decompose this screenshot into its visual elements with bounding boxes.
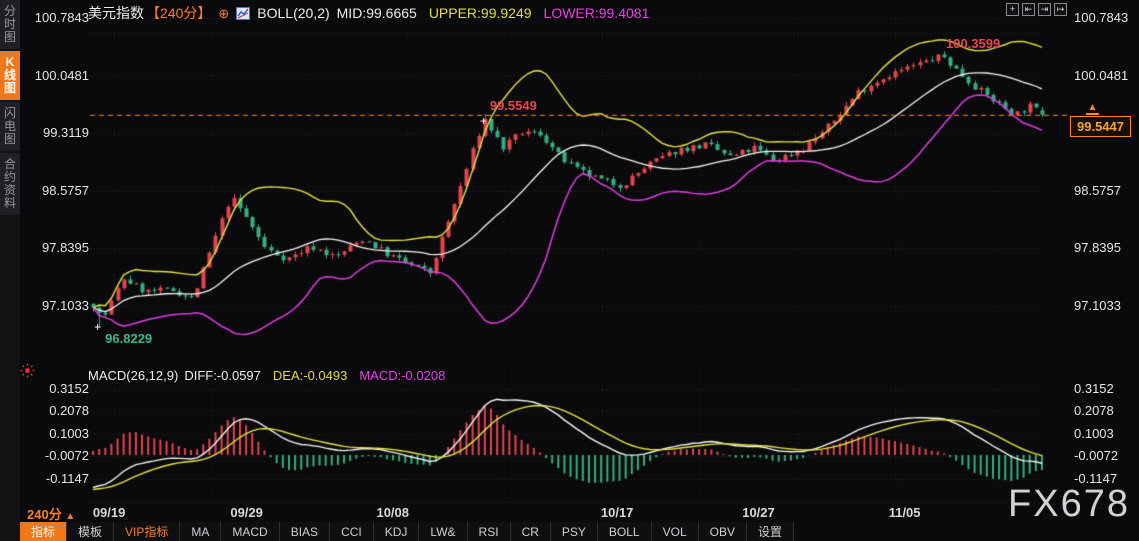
symbol-title: 美元指数 [88, 5, 144, 21]
peak-right-annotation: 100.3599 [945, 36, 1001, 52]
alert-icon[interactable] [20, 363, 35, 378]
toolbar-item-MA[interactable]: MA [180, 522, 222, 541]
sidebar-tab-分时图[interactable]: 分时图 [0, 0, 20, 49]
toolbar-item-CR[interactable]: CR [511, 522, 551, 541]
toolbar-item-BOLL[interactable]: BOLL [598, 522, 652, 541]
macd-axis-label: 0.2078 [49, 403, 89, 419]
toolbar-item-OBV[interactable]: OBV [699, 522, 747, 541]
reset-scale-icon[interactable]: ↦ [1054, 3, 1067, 16]
y-axis-label: 99.3119 [42, 125, 89, 140]
macd-diff-value: DIFF:-0.0597 [184, 368, 261, 383]
period-selector[interactable]: 240分 ▲ [27, 504, 75, 523]
price-marker-cross: + [94, 320, 102, 335]
y-axis-label: 97.8395 [1074, 240, 1121, 255]
toolbar-item-VOL[interactable]: VOL [652, 522, 699, 541]
chart-tool-icons: + ⇤ ⇥ ↦ [1006, 3, 1067, 16]
indicator-toolbar: 指标 模板 VIP指标 MA MACD BIAS CCI KDJ LW& RSI CR PSY BOLL… [20, 522, 794, 541]
x-axis-date-label: 10/17 [600, 505, 634, 520]
boll-label: BOLL(20,2) [257, 5, 330, 21]
low-annotation: 96.8229 [105, 331, 153, 347]
last-price-badge: 99.5447 [1070, 115, 1131, 137]
sidebar-tab-闪电图[interactable]: 闪电图 [0, 102, 20, 151]
macd-macd-value: MACD:-0.0208 [359, 368, 446, 383]
macd-axis-label: 0.1003 [1074, 425, 1114, 441]
chart-header: 美元指数 【240分】 ⊕ BOLL(20,2) MID:99.6665 UPP… [88, 3, 649, 23]
y-axis-label: 100.0481 [34, 67, 89, 83]
macd-axis-label: -0.0072 [44, 448, 89, 464]
toolbar-item-设置[interactable]: 设置 [747, 522, 794, 541]
toolbar-item-模板[interactable]: 模板 [67, 522, 115, 541]
toolbar-item-VIP指标[interactable]: VIP指标 [114, 522, 181, 541]
macd-axis-label: 0.1003 [49, 425, 89, 441]
toolbar-item-BIAS[interactable]: BIAS [280, 522, 331, 541]
toolbar-item-LW&[interactable]: LW& [419, 522, 468, 541]
x-axis-date-label: 10/08 [376, 505, 410, 520]
x-axis-date-label: 10/27 [742, 505, 775, 520]
toolbar-item-PSY[interactable]: PSY [551, 522, 598, 541]
y-axis-label: 98.5757 [1074, 182, 1121, 198]
macd-axis-label: -0.1147 [45, 471, 89, 486]
interval-label: 【240分】 [146, 5, 212, 21]
macd-axis-label: 0.2078 [1074, 403, 1114, 419]
price-chart-canvas[interactable] [0, 0, 1139, 541]
y-axis-label: 100.7843 [1074, 10, 1129, 25]
crosshair-icon[interactable]: + [1006, 3, 1019, 16]
sidebar-tab-合约资料[interactable]: 合约资料 [0, 153, 20, 215]
x-axis-date-label: 09/19 [92, 505, 126, 520]
toolbar-item-RSI[interactable]: RSI [468, 522, 511, 541]
trading-app: 分时图 K线图 闪电图 合约资料 美元指数 【240分】 ⊕ BOLL(20,2) M… [0, 0, 1139, 541]
dropdown-arrow-icon: ▲ [65, 511, 76, 522]
boll-lower-value: LOWER:99.4081 [543, 5, 650, 21]
price-up-arrow-icon: ▲ [1086, 101, 1099, 115]
sidebar: 分时图 K线图 闪电图 合约资料 [0, 0, 20, 541]
boll-mid-value: MID:99.6665 [336, 5, 417, 21]
macd-axis-label: 0.3152 [1074, 381, 1114, 396]
y-axis-label: 100.7843 [34, 10, 89, 25]
macd-dea-value: DEA:-0.0493 [272, 368, 348, 383]
sidebar-tab-K线图[interactable]: K线图 [0, 51, 20, 100]
price-marker-cross: + [479, 114, 487, 129]
period-label: 240分 [27, 507, 62, 522]
watermark: FX678 [1008, 483, 1130, 525]
y-axis-label: 97.8395 [42, 240, 89, 255]
pan-left-icon[interactable]: ⇤ [1022, 3, 1035, 16]
toolbar-item-KDJ[interactable]: KDJ [374, 522, 420, 541]
x-axis-date-label: 09/29 [230, 505, 263, 520]
macd-axis-label: 0.3152 [49, 381, 89, 396]
toolbar-item-指标[interactable]: 指标 [20, 522, 68, 541]
line-chart-icon [236, 6, 251, 20]
macd-header: MACD(26,12,9) DIFF:-0.0597 DEA:-0.0493 M… [88, 368, 445, 383]
pan-right-icon[interactable]: ⇥ [1038, 3, 1051, 16]
toolbar-item-MACD[interactable]: MACD [221, 522, 280, 541]
y-axis-label: 98.5757 [42, 182, 89, 198]
peak-mid-annotation: 99.5549 [489, 98, 537, 114]
y-axis-label: 100.0481 [1074, 67, 1129, 83]
toolbar-item-CCI[interactable]: CCI [330, 522, 374, 541]
macd-axis-label: -0.0072 [1074, 448, 1119, 464]
macd-title: MACD(26,12,9) [88, 368, 179, 383]
x-axis-date-label: 11/05 [888, 505, 921, 520]
boll-upper-value: UPPER:99.9249 [428, 5, 532, 21]
y-axis-label: 97.1033 [1074, 297, 1121, 313]
add-indicator-icon[interactable]: ⊕ [218, 7, 229, 20]
y-axis-label: 97.1033 [42, 297, 89, 313]
